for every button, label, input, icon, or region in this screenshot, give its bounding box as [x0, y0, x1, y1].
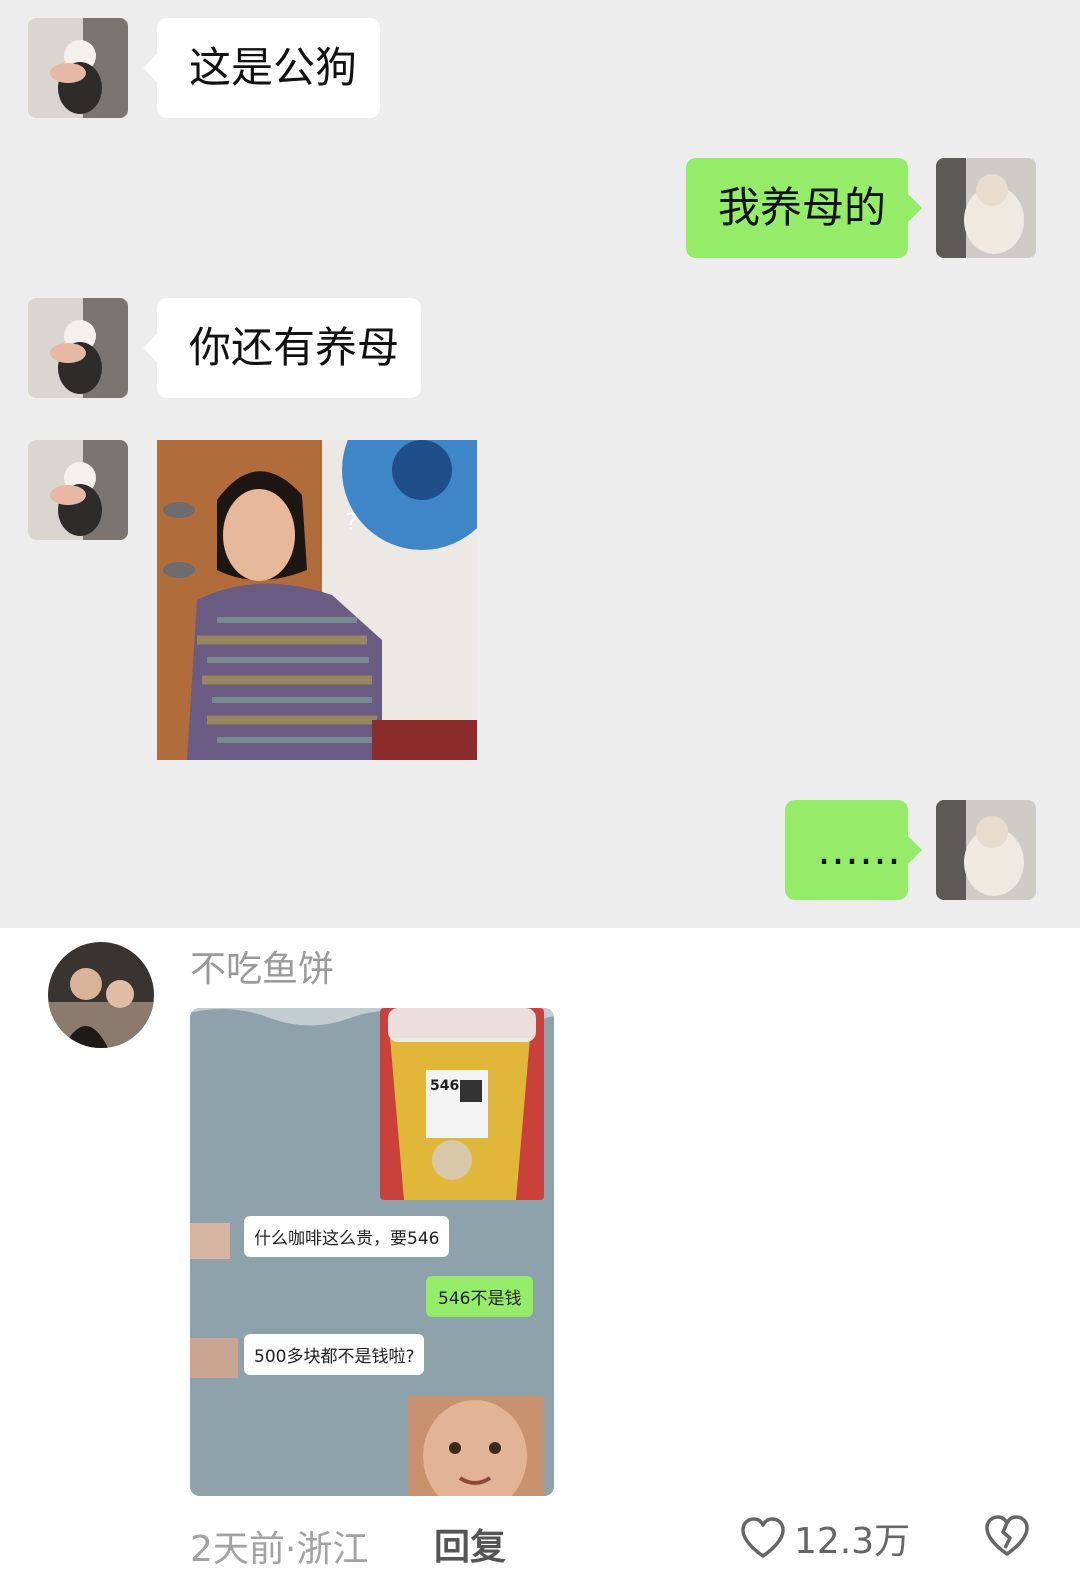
- chat-screenshot: 这是公狗 我养母的 你还有养母 ? ……: [0, 0, 1080, 928]
- reply-button[interactable]: 回复: [434, 1518, 506, 1570]
- message-bubble-right[interactable]: ……: [785, 800, 922, 900]
- broken-heart-icon: [985, 1515, 1029, 1556]
- sticker-image[interactable]: ?: [157, 440, 477, 760]
- avatar-cat-holder[interactable]: [28, 440, 128, 540]
- cup-number: 546: [430, 1078, 459, 1094]
- dislike-button[interactable]: [984, 1514, 1030, 1562]
- commenter-username[interactable]: 不吃鱼饼: [190, 940, 334, 992]
- avatar-cat-holder[interactable]: [28, 18, 128, 118]
- inner-message-left: 500多块都不是钱啦?: [244, 1334, 425, 1375]
- like-count: 12.3万: [794, 1521, 911, 1562]
- comment-image[interactable]: 546 什么咖啡这么贵，要546 546不是钱 500多块都不是钱啦?: [190, 1008, 554, 1496]
- message-bubble-left[interactable]: 你还有养母: [143, 298, 421, 398]
- svg-text:?: ?: [345, 508, 358, 536]
- message-bubble-left[interactable]: 这是公狗: [143, 18, 380, 118]
- commenter-avatar[interactable]: [48, 942, 154, 1048]
- meta-separator: ·: [284, 1529, 297, 1570]
- inner-message-right: 546不是钱: [426, 1276, 534, 1317]
- inner-message-left: 什么咖啡这么贵，要546: [244, 1216, 450, 1257]
- message-bubble-right[interactable]: 我养母的: [686, 158, 922, 258]
- like-button[interactable]: 12.3万: [740, 1512, 910, 1564]
- heart-icon: [741, 1517, 785, 1558]
- comment-meta: 2天前·浙江: [190, 1520, 368, 1572]
- avatar-fluffy-cat[interactable]: [936, 800, 1036, 900]
- avatar-cat-holder[interactable]: [28, 298, 128, 398]
- comment-time: 2天前: [190, 1529, 285, 1570]
- avatar-fluffy-cat[interactable]: [936, 158, 1036, 258]
- comment-location: 浙江: [296, 1529, 369, 1570]
